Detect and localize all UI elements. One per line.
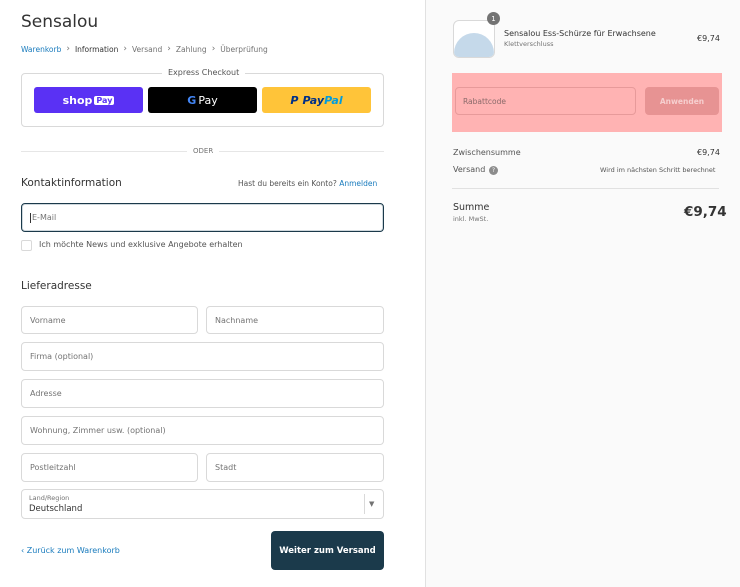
breadcrumb-item-information: Information xyxy=(74,44,119,54)
product-image-shape xyxy=(454,33,494,57)
or-divider-label: ODER xyxy=(187,147,220,155)
google-pay-text: Pay xyxy=(198,93,218,107)
total-label: Summe xyxy=(453,202,490,213)
paypal-mark-icon: P xyxy=(290,93,299,107)
tax-note: inkl. MwSt. xyxy=(453,215,489,223)
address-placeholder: Adresse xyxy=(30,389,62,398)
first-name-field[interactable]: Vorname xyxy=(21,306,198,334)
paypal-text-pal: Pal xyxy=(324,93,343,107)
account-prompt: Hast du bereits ein Konto? Anmelden xyxy=(238,179,377,188)
subtotal-value: €9,74 xyxy=(697,148,720,157)
paypal-text-pay: Pay xyxy=(302,93,325,107)
shipping-section-title: Lieferadresse xyxy=(21,280,92,292)
breadcrumb-item-cart[interactable]: Warenkorb xyxy=(21,45,61,54)
breadcrumb-separator: › xyxy=(167,44,171,54)
google-pay-button[interactable]: G Pay xyxy=(148,87,257,113)
breadcrumb-separator: › xyxy=(123,44,127,54)
breadcrumb-item-payment: Zahlung xyxy=(175,44,207,54)
last-name-field[interactable]: Nachname xyxy=(206,306,384,334)
postal-code-field[interactable]: Postleitzahl xyxy=(21,453,198,482)
discount-placeholder: Rabattcode xyxy=(463,96,506,106)
paypal-button[interactable]: P Pay Pal xyxy=(262,87,371,113)
product-thumbnail xyxy=(453,20,495,58)
city-field[interactable]: Stadt xyxy=(206,453,384,482)
last-name-placeholder: Nachname xyxy=(215,315,259,325)
product-variant: Klettverschluss xyxy=(504,40,554,48)
store-title: Sensalou xyxy=(21,12,99,32)
country-label: Land/Region xyxy=(29,494,70,502)
city-placeholder: Stadt xyxy=(215,463,237,472)
continue-to-shipping-button[interactable]: Weiter zum Versand xyxy=(271,531,384,570)
country-value: Deutschland xyxy=(29,504,83,514)
quantity-badge: 1 xyxy=(487,12,500,25)
breadcrumb: Warenkorb › Information › Versand › Zahl… xyxy=(21,44,268,54)
shipping-label: Versand xyxy=(453,165,486,174)
apply-discount-button[interactable]: Anwenden xyxy=(645,87,719,115)
newsletter-label: Ich möchte News und exklusive Angebote e… xyxy=(39,240,243,249)
first-name-placeholder: Vorname xyxy=(30,315,66,325)
email-field[interactable]: E-Mail xyxy=(21,203,384,232)
email-placeholder: E-Mail xyxy=(32,213,57,222)
contact-section-title: Kontaktinformation xyxy=(21,177,122,189)
back-to-cart-link[interactable]: ‹ Zurück zum Warenkorb xyxy=(21,546,120,555)
shop-pay-button[interactable]: shop Pay xyxy=(34,87,143,113)
discount-code-input[interactable]: Rabattcode xyxy=(455,87,636,115)
total-value: €9,74 xyxy=(684,204,727,220)
text-caret xyxy=(30,212,31,223)
address-field[interactable]: Adresse xyxy=(21,379,384,408)
breadcrumb-separator: › xyxy=(66,44,70,54)
summary-divider xyxy=(452,188,719,189)
postal-code-placeholder: Postleitzahl xyxy=(30,463,76,472)
shop-pay-badge: Pay xyxy=(94,95,115,105)
breadcrumb-item-shipping: Versand xyxy=(131,44,163,54)
breadcrumb-item-review: Überprüfung xyxy=(220,44,268,54)
account-prompt-text: Hast du bereits ein Konto? xyxy=(238,179,337,188)
express-checkout-label: Express Checkout xyxy=(162,68,246,77)
select-separator xyxy=(364,494,365,514)
company-field[interactable]: Firma (optional) xyxy=(21,342,384,371)
shipping-note: Wird im nächsten Schritt berechnet xyxy=(600,166,716,174)
google-logo-icon: G xyxy=(187,93,197,107)
newsletter-checkbox[interactable] xyxy=(21,240,32,251)
apartment-placeholder: Wohnung, Zimmer usw. (optional) xyxy=(30,426,166,435)
login-link[interactable]: Anmelden xyxy=(339,179,377,188)
shop-pay-text: shop xyxy=(62,93,93,107)
company-placeholder: Firma (optional) xyxy=(30,352,94,361)
breadcrumb-separator: › xyxy=(211,44,216,54)
subtotal-label: Zwischensumme xyxy=(453,148,521,157)
chevron-down-icon: ▼ xyxy=(369,500,375,508)
apartment-field[interactable]: Wohnung, Zimmer usw. (optional) xyxy=(21,416,384,445)
product-price: €9,74 xyxy=(697,34,720,43)
help-icon[interactable]: ? xyxy=(489,166,498,175)
product-name: Sensalou Ess-Schürze für Erwachsene xyxy=(504,29,656,38)
